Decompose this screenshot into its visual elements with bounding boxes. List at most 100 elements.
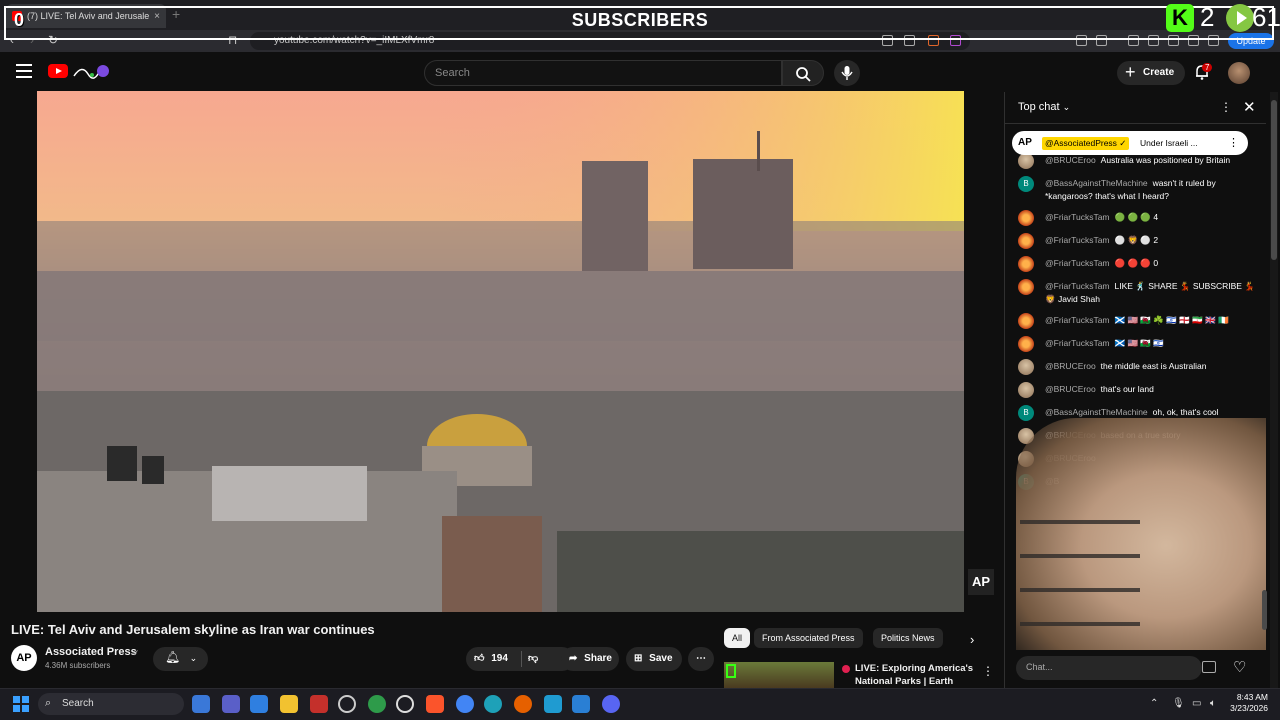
like-button[interactable]: 👍︎ 194 xyxy=(474,647,508,671)
chat-author-avatar[interactable] xyxy=(1018,210,1034,226)
search-button[interactable] xyxy=(782,60,824,86)
file-explorer-icon[interactable] xyxy=(280,695,298,713)
chat-message-body: @FriarTucksTam 🔴 🔴 🔴 0 xyxy=(1045,257,1256,270)
chat-message[interactable]: @FriarTucksTam 🟢 🟢 🟢 4 xyxy=(1012,207,1260,230)
tray-chevron-icon[interactable]: ⌃ xyxy=(1150,698,1158,709)
chat-message[interactable]: @FriarTucksTam 🏴󠁧󠁢󠁳󠁣󠁴󠁿 🇺🇸 🏴󠁧󠁢󠁷󠁬󠁳󠁿 🇮🇱 xyxy=(1012,333,1260,356)
pinned-more-icon[interactable]: ⋮ xyxy=(1228,136,1239,149)
heart-icon[interactable]: ♡ xyxy=(1233,658,1246,676)
chat-input[interactable]: Chat... xyxy=(1016,656,1202,680)
chrome-alt-icon[interactable] xyxy=(456,695,474,713)
chat-author-name[interactable]: @BRUCEroo xyxy=(1045,361,1096,371)
chat-more-icon[interactable]: ⋮ xyxy=(1220,100,1232,114)
chat-author-avatar[interactable] xyxy=(1018,336,1034,352)
volume-icon[interactable]: 🔈︎ xyxy=(1210,698,1216,709)
search-input[interactable]: Search xyxy=(424,60,782,86)
chevron-right-icon[interactable]: › xyxy=(970,632,974,647)
chat-author-name[interactable]: @FriarTucksTam xyxy=(1045,338,1110,348)
chip-all[interactable]: All xyxy=(724,628,751,648)
chat-author-name[interactable]: @FriarTucksTam xyxy=(1045,315,1110,325)
chat-message-text: 🏴󠁧󠁢󠁳󠁣󠁴󠁿 🇺🇸 🏴󠁧󠁢󠁷󠁬󠁳󠁿 🇮🇱 xyxy=(1114,338,1164,348)
chat-message[interactable]: @FriarTucksTam 🏴󠁧󠁢󠁳󠁣󠁴󠁿 🇺🇸 🏴󠁧󠁢󠁷󠁬󠁳󠁿 ☘️ 🇮🇱 🏴… xyxy=(1012,310,1260,333)
microphone-icon xyxy=(841,66,853,80)
chat-author-avatar[interactable]: B xyxy=(1018,176,1034,192)
chat-message[interactable]: @BRUCEroo that's our land xyxy=(1012,379,1260,402)
save-button[interactable]: ⊞ Save xyxy=(626,647,682,671)
chat-message[interactable]: B @BassAgainstTheMachine wasn't it ruled b… xyxy=(1012,173,1260,207)
task-view-icon[interactable] xyxy=(192,695,210,713)
chevron-down-icon: ⌄ xyxy=(189,653,198,663)
network-icon[interactable]: ▭ xyxy=(1192,698,1201,709)
chat-close-icon[interactable]: ✕ xyxy=(1243,98,1256,116)
channel-name[interactable]: Associated Press xyxy=(45,646,137,658)
bell-icon: 🔔︎ xyxy=(165,650,181,664)
rumble-subscriber-count: 61 xyxy=(1252,2,1280,32)
more-vertical-icon[interactable]: ⋮ xyxy=(982,664,994,678)
chat-message-text: 🔴 🔴 🔴 0 xyxy=(1114,258,1159,268)
taskbar-search[interactable]: Search xyxy=(38,693,184,715)
chat-author-name[interactable]: @BRUCEroo xyxy=(1045,384,1096,394)
dislike-button[interactable]: 👎︎ xyxy=(528,647,538,671)
teams-icon[interactable] xyxy=(222,695,240,713)
chip-from-associated-press[interactable]: From Associated Press xyxy=(754,628,863,648)
more-horizontal-icon: ⋯ xyxy=(696,653,706,664)
firefox-icon[interactable] xyxy=(514,695,532,713)
chat-author-avatar[interactable] xyxy=(1018,279,1034,295)
chrome-icon[interactable] xyxy=(368,695,386,713)
brave-icon[interactable] xyxy=(426,695,444,713)
app-red-icon[interactable] xyxy=(310,695,328,713)
clock-date: 3/23/2026 xyxy=(1230,703,1268,713)
chat-author-avatar[interactable] xyxy=(1018,233,1034,249)
chip-politics-news[interactable]: Politics News xyxy=(873,628,943,648)
chat-message[interactable]: @FriarTucksTam LIKE 🕺 SHARE 💃 SUBSCRIBE 💃… xyxy=(1012,276,1260,310)
windows-start-icon[interactable] xyxy=(13,696,29,712)
microphone-tray-icon[interactable]: 🎙︎ xyxy=(1172,698,1185,709)
video-player[interactable] xyxy=(37,91,964,612)
voice-search-button[interactable] xyxy=(834,60,860,86)
chat-author-name[interactable]: @FriarTucksTam xyxy=(1045,281,1110,291)
chat-scroll-thumb[interactable] xyxy=(1262,590,1267,630)
chat-message[interactable]: @FriarTucksTam 🔴 🔴 🔴 0 xyxy=(1012,253,1260,276)
super-chat-icon[interactable] xyxy=(1202,661,1216,673)
chat-author-name[interactable]: @BassAgainstTheMachine xyxy=(1045,407,1148,417)
edge-icon[interactable] xyxy=(484,695,502,713)
app-circle-icon[interactable] xyxy=(338,695,356,713)
share-button[interactable]: ➦ Share xyxy=(561,647,619,671)
chat-message-body: @BRUCEroo that's our land xyxy=(1045,383,1256,396)
vscode-icon[interactable] xyxy=(572,695,590,713)
chat-author-avatar[interactable] xyxy=(1018,382,1034,398)
chat-author-name[interactable]: @BassAgainstTheMachine xyxy=(1045,178,1148,188)
hamburger-menu-icon[interactable] xyxy=(16,64,32,78)
chat-message-text: ⚪ 🦁 ⚪ 2 xyxy=(1114,235,1159,245)
user-avatar[interactable] xyxy=(1228,62,1250,84)
taskbar-clock[interactable]: 8:43 AM 3/23/2026 xyxy=(1226,692,1268,714)
chat-message[interactable]: @FriarTucksTam ⚪ 🦁 ⚪ 2 xyxy=(1012,230,1260,253)
chat-mode-selector[interactable]: Top chat ⌄ xyxy=(1018,101,1070,113)
chat-message-body: @FriarTucksTam 🏴󠁧󠁢󠁳󠁣󠁴󠁿 🇺🇸 🏴󠁧󠁢󠁷󠁬󠁳󠁿 ☘️ 🇮🇱 🏴… xyxy=(1045,314,1256,327)
page-scroll-thumb[interactable] xyxy=(1271,100,1277,260)
chat-author-avatar[interactable] xyxy=(1018,313,1034,329)
youtube-doodle-icon[interactable] xyxy=(72,62,110,80)
subscription-bell-button[interactable]: 🔔︎ ⌄ xyxy=(153,647,208,671)
arduino-icon[interactable] xyxy=(544,695,562,713)
chat-author-name[interactable]: @FriarTucksTam xyxy=(1045,212,1110,222)
share-icon: ➦ xyxy=(569,653,578,664)
chat-author-name[interactable]: @BRUCEroo xyxy=(1045,155,1096,165)
youtube-logo-icon[interactable] xyxy=(48,64,68,78)
chat-message[interactable]: @BRUCEroo the middle east is Australian xyxy=(1012,356,1260,379)
pinned-text: Under Israeli ... xyxy=(1140,138,1198,148)
chat-message-body: @BassAgainstTheMachine wasn't it ruled by… xyxy=(1045,177,1256,203)
recommendation-thumbnail[interactable] xyxy=(724,662,834,688)
discord-icon[interactable] xyxy=(602,695,620,713)
chat-author-avatar[interactable] xyxy=(1018,359,1034,375)
chat-author-name[interactable]: @FriarTucksTam xyxy=(1045,258,1110,268)
taskbar-search-icon: ⌕ xyxy=(45,697,52,709)
chat-author-name[interactable]: @FriarTucksTam xyxy=(1045,235,1110,245)
chat-author-avatar[interactable]: B xyxy=(1018,405,1034,421)
channel-avatar[interactable]: AP xyxy=(11,645,37,671)
chat-author-avatar[interactable] xyxy=(1018,256,1034,272)
more-actions-button[interactable]: ⋯ xyxy=(688,647,714,671)
chat-author-avatar[interactable] xyxy=(1018,153,1034,169)
app-r-icon[interactable] xyxy=(250,695,268,713)
app-github-icon[interactable] xyxy=(396,695,414,713)
